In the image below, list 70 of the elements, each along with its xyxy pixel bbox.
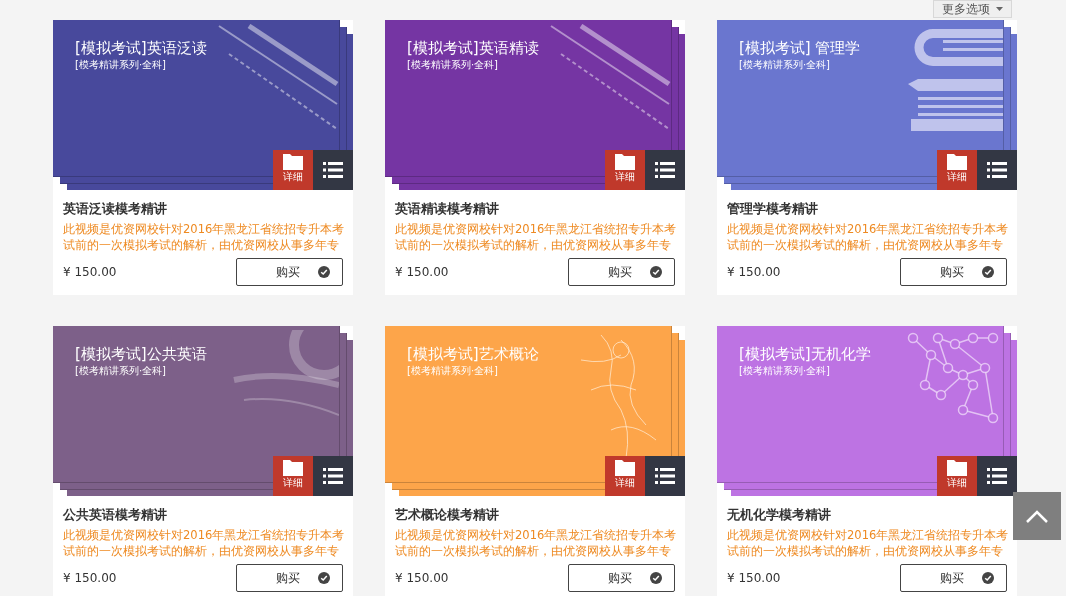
list-button[interactable] — [645, 456, 685, 496]
course-description: 此视频是优资网校针对2016年黑龙江省统招专升本考试前的一次模拟考试的解析，由优资网校从事多年专 — [727, 221, 1009, 253]
folder-icon — [947, 154, 967, 170]
list-icon — [987, 468, 1007, 484]
course-price: ¥ 150.00 — [727, 571, 781, 585]
cover-subtitle: [模考精讲系列·全科] — [739, 58, 830, 72]
detail-button[interactable]: 详细 — [605, 456, 645, 496]
chevron-up-icon — [1026, 509, 1048, 523]
cover-subtitle: [模考精讲系列·全科] — [75, 364, 166, 378]
course-name: 艺术概论模考精讲 — [395, 506, 500, 524]
list-button[interactable] — [645, 150, 685, 190]
list-icon — [655, 162, 675, 178]
buy-button[interactable]: 购买 — [236, 258, 343, 286]
cover-subtitle: [模考精讲系列·全科] — [407, 58, 498, 72]
buy-button[interactable]: 购买 — [568, 258, 675, 286]
cover-title: [模拟考试]公共英语 — [75, 345, 207, 364]
check-circle-icon — [982, 266, 994, 278]
detail-button[interactable]: 详细 — [273, 150, 313, 190]
folder-icon — [283, 460, 303, 476]
list-button[interactable] — [977, 456, 1017, 496]
detail-button[interactable]: 详细 — [605, 150, 645, 190]
course-description: 此视频是优资网校针对2016年黑龙江省统招专升本考试前的一次模拟考试的解析，由优资网校从事多年专 — [63, 221, 345, 253]
back-to-top-button[interactable] — [1013, 492, 1061, 540]
detail-button[interactable]: 详细 — [937, 456, 977, 496]
folder-icon — [615, 460, 635, 476]
list-icon — [323, 162, 343, 178]
list-button[interactable] — [313, 150, 353, 190]
cover-title: [模拟考试]艺术概论 — [407, 345, 539, 364]
folder-icon — [283, 154, 303, 170]
cover-title: [模拟考试]无机化学 — [739, 345, 871, 364]
detail-button[interactable]: 详细 — [273, 456, 313, 496]
check-circle-icon — [318, 572, 330, 584]
list-button[interactable] — [313, 456, 353, 496]
list-icon — [655, 468, 675, 484]
course-name: 英语精读模考精讲 — [395, 200, 500, 218]
course-name: 无机化学模考精讲 — [727, 506, 832, 524]
more-options-dropdown[interactable]: 更多选项 — [933, 0, 1012, 18]
course-price: ¥ 150.00 — [727, 265, 781, 279]
course-name: 管理学模考精讲 — [727, 200, 819, 218]
course-name: 公共英语模考精讲 — [63, 506, 168, 524]
folder-icon — [615, 154, 635, 170]
cover-subtitle: [模考精讲系列·全科] — [75, 58, 166, 72]
course-name: 英语泛读模考精讲 — [63, 200, 168, 218]
detail-button[interactable]: 详细 — [937, 150, 977, 190]
course-price: ¥ 150.00 — [63, 265, 117, 279]
buy-button[interactable]: 购买 — [900, 564, 1007, 592]
course-price: ¥ 150.00 — [395, 265, 449, 279]
course-description: 此视频是优资网校针对2016年黑龙江省统招专升本考试前的一次模拟考试的解析，由优资网校从事多年专 — [727, 527, 1009, 559]
buy-button[interactable]: 购买 — [236, 564, 343, 592]
check-circle-icon — [318, 266, 330, 278]
list-button[interactable] — [977, 150, 1017, 190]
cover-title: [模拟考试]英语精读 — [407, 39, 539, 58]
buy-button[interactable]: 购买 — [900, 258, 1007, 286]
course-price: ¥ 150.00 — [63, 571, 117, 585]
folder-icon — [947, 460, 967, 476]
list-icon — [323, 468, 343, 484]
list-icon — [987, 162, 1007, 178]
cover-subtitle: [模考精讲系列·全科] — [739, 364, 830, 378]
course-description: 此视频是优资网校针对2016年黑龙江省统招专升本考试前的一次模拟考试的解析，由优资网校从事多年专 — [63, 527, 345, 559]
cover-title: [模拟考试] 管理学 — [739, 39, 861, 58]
check-circle-icon — [650, 572, 662, 584]
course-description: 此视频是优资网校针对2016年黑龙江省统招专升本考试前的一次模拟考试的解析，由优资网校从事多年专 — [395, 221, 677, 253]
course-description: 此视频是优资网校针对2016年黑龙江省统招专升本考试前的一次模拟考试的解析，由优资网校从事多年专 — [395, 527, 677, 559]
buy-button[interactable]: 购买 — [568, 564, 675, 592]
cover-title: [模拟考试]英语泛读 — [75, 39, 207, 58]
cover-subtitle: [模考精讲系列·全科] — [407, 364, 498, 378]
caret-icon — [996, 7, 1003, 11]
check-circle-icon — [982, 572, 994, 584]
course-price: ¥ 150.00 — [395, 571, 449, 585]
check-circle-icon — [650, 266, 662, 278]
